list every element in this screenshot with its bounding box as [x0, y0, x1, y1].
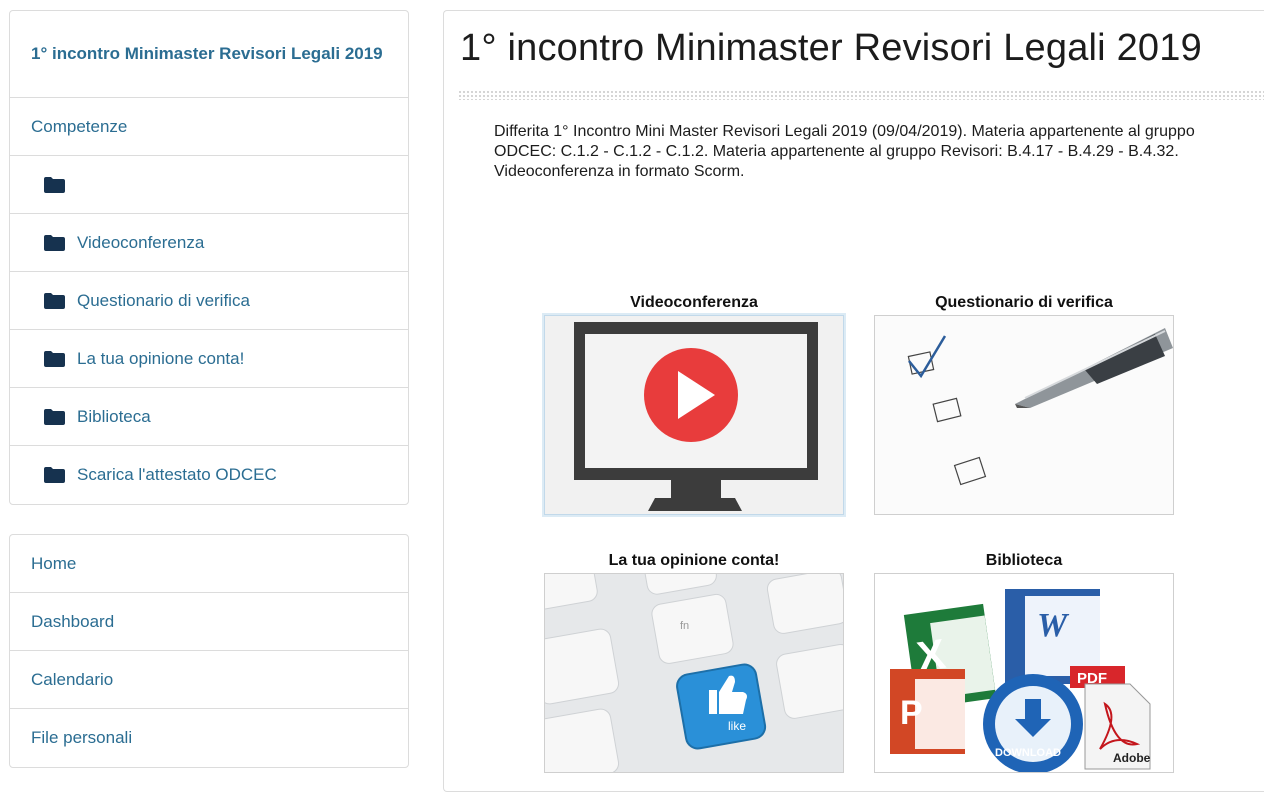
office-documents-image[interactable]: X W PDF P DOWNLOAD Adobe: [874, 573, 1174, 773]
sidebar-item-label: Biblioteca: [77, 406, 151, 426]
sidebar-item-label: Competenze: [31, 116, 128, 136]
nav-dashboard-link[interactable]: Dashboard: [10, 593, 408, 651]
tile-label: Videoconferenza: [630, 294, 758, 311]
keyboard-like-image[interactable]: fn like: [544, 573, 844, 773]
tile-videoconferenza[interactable]: Videoconferenza: [544, 291, 844, 515]
nav-home-link[interactable]: Home: [10, 535, 408, 593]
svg-text:P: P: [900, 694, 923, 732]
monitor-play-icon: [545, 316, 843, 514]
sidebar-item-opinione[interactable]: La tua opinione conta!: [10, 330, 408, 388]
checklist-icon: [875, 316, 1173, 514]
svg-text:Adobe: Adobe: [1113, 751, 1151, 765]
tile-label: La tua opinione conta!: [608, 552, 780, 569]
tile-label: Questionario di verifica: [935, 294, 1113, 311]
dotted-divider: [458, 90, 1264, 100]
sidebar-item-label: Questionario di verifica: [77, 290, 250, 310]
main-content: 1° incontro Minimaster Revisori Legali 2…: [443, 10, 1264, 792]
nav-file-personali-link[interactable]: File personali: [10, 709, 408, 767]
navigation-block: Home Dashboard Calendario File personali: [9, 534, 409, 768]
sidebar-item-label: Scarica l'attestato ODCEC: [77, 465, 277, 484]
tile-opinione[interactable]: La tua opinione conta! fn like: [544, 549, 844, 773]
folder-icon: [44, 467, 65, 483]
sidebar-item-biblioteca[interactable]: Biblioteca: [10, 388, 408, 446]
svg-text:W: W: [1037, 607, 1070, 644]
svg-text:fn: fn: [680, 620, 689, 632]
nav-calendario-link[interactable]: Calendario: [10, 651, 408, 709]
like-key-icon: fn like: [545, 574, 843, 772]
sidebar-item-label: Videoconferenza: [77, 232, 205, 252]
sidebar: 1° incontro Minimaster Revisori Legali 2…: [9, 10, 409, 768]
course-title-link[interactable]: 1° incontro Minimaster Revisori Legali 2…: [10, 11, 408, 98]
tile-label: Biblioteca: [985, 552, 1063, 569]
sidebar-item-attestato[interactable]: Scarica l'attestato ODCEC: [10, 446, 408, 504]
folder-icon: [44, 350, 65, 367]
folder-icon: [44, 234, 65, 251]
sidebar-item-videoconferenza[interactable]: Videoconferenza: [10, 214, 408, 272]
svg-text:like: like: [728, 719, 746, 733]
sidebar-item-label: La tua opinione conta!: [77, 348, 245, 368]
sidebar-item-section-general[interactable]: [10, 156, 408, 214]
page-title: 1° incontro Minimaster Revisori Legali 2…: [460, 27, 1202, 69]
sidebar-item-competenze[interactable]: Competenze: [10, 98, 408, 156]
svg-text:DOWNLOAD: DOWNLOAD: [995, 747, 1061, 759]
tile-biblioteca[interactable]: Biblioteca X W PDF P DOWNLOAD Adobe: [874, 549, 1174, 773]
folder-icon: [44, 176, 65, 193]
sidebar-item-questionario[interactable]: Questionario di verifica: [10, 272, 408, 330]
folder-icon: [44, 408, 65, 425]
course-index-block: 1° incontro Minimaster Revisori Legali 2…: [9, 10, 409, 505]
folder-icon: [44, 292, 65, 309]
course-description: Differita 1° Incontro Mini Master Reviso…: [494, 123, 1195, 180]
tile-questionario[interactable]: Questionario di verifica: [874, 291, 1174, 515]
video-monitor-image[interactable]: [544, 315, 844, 515]
documents-icon: X W PDF P DOWNLOAD Adobe: [875, 574, 1173, 772]
checklist-pen-image[interactable]: [874, 315, 1174, 515]
